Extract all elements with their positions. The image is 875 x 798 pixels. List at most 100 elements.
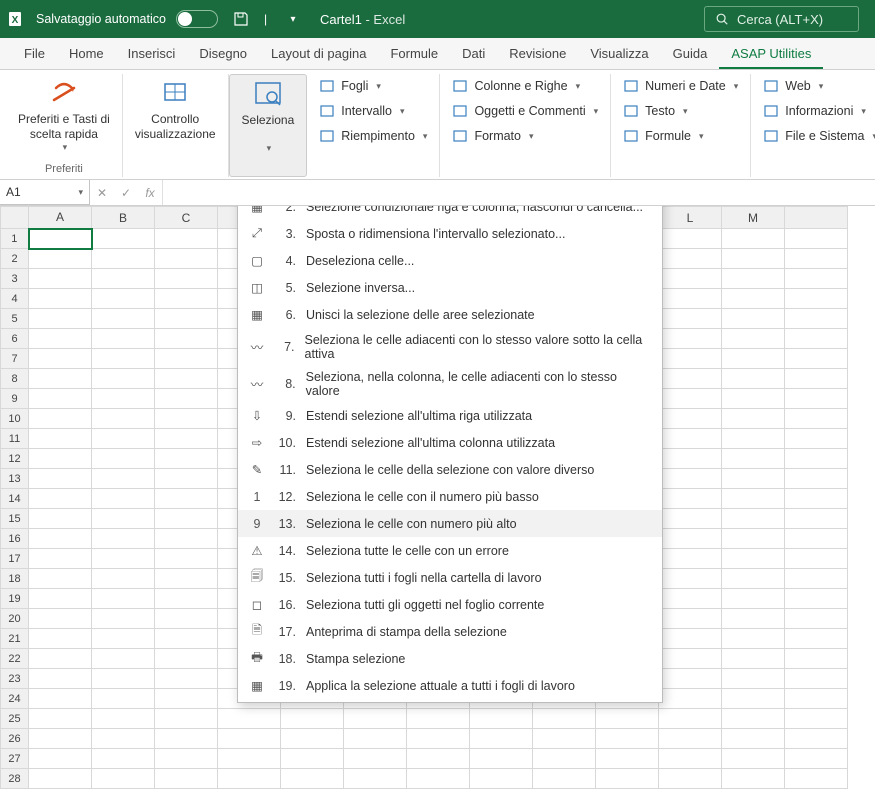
col-header[interactable]	[785, 207, 848, 229]
cell[interactable]	[155, 389, 218, 409]
cell[interactable]	[659, 609, 722, 629]
tab-file[interactable]: File	[12, 39, 57, 69]
cell[interactable]	[407, 769, 470, 789]
cell[interactable]	[92, 249, 155, 269]
cell[interactable]	[659, 769, 722, 789]
cell[interactable]	[29, 649, 92, 669]
cell[interactable]	[155, 729, 218, 749]
cancel-formula-button[interactable]: ✕	[90, 180, 114, 205]
cell[interactable]	[785, 429, 848, 449]
cell[interactable]	[785, 389, 848, 409]
cell[interactable]	[785, 309, 848, 329]
fx-button[interactable]: fx	[138, 180, 162, 205]
cell[interactable]	[92, 289, 155, 309]
cell[interactable]	[155, 489, 218, 509]
row-header[interactable]: 18	[1, 569, 29, 589]
cell[interactable]	[659, 569, 722, 589]
cell[interactable]	[659, 429, 722, 449]
cell[interactable]	[722, 769, 785, 789]
menu-item-10[interactable]: ⇨10.Estendi selezione all'ultima colonna…	[238, 429, 662, 456]
cell[interactable]	[155, 269, 218, 289]
cell[interactable]	[596, 729, 659, 749]
cell[interactable]	[785, 409, 848, 429]
ribbon-btn-riempimento[interactable]: Riempimento▾	[313, 124, 433, 148]
tab-home[interactable]: Home	[57, 39, 116, 69]
cell[interactable]	[155, 529, 218, 549]
cell[interactable]	[722, 689, 785, 709]
cell[interactable]	[281, 769, 344, 789]
cell[interactable]	[722, 449, 785, 469]
cell[interactable]	[155, 249, 218, 269]
cell[interactable]	[155, 549, 218, 569]
cell[interactable]	[722, 569, 785, 589]
cell[interactable]	[281, 749, 344, 769]
row-header[interactable]: 6	[1, 329, 29, 349]
cell[interactable]	[155, 669, 218, 689]
cell[interactable]	[785, 329, 848, 349]
cell[interactable]	[155, 409, 218, 429]
cell[interactable]	[155, 709, 218, 729]
cell[interactable]	[29, 529, 92, 549]
cell[interactable]	[155, 329, 218, 349]
row-header[interactable]: 23	[1, 669, 29, 689]
cell[interactable]	[722, 429, 785, 449]
ribbon-btn-oggetti-e-commenti[interactable]: Oggetti e Commenti▾	[446, 99, 604, 123]
cell[interactable]	[155, 449, 218, 469]
cell[interactable]	[155, 369, 218, 389]
row-header[interactable]: 28	[1, 769, 29, 789]
cell[interactable]	[785, 369, 848, 389]
cell[interactable]	[155, 349, 218, 369]
accept-formula-button[interactable]: ✓	[114, 180, 138, 205]
cell[interactable]	[785, 609, 848, 629]
cell[interactable]	[785, 729, 848, 749]
cell[interactable]	[785, 509, 848, 529]
cell[interactable]	[92, 449, 155, 469]
cell[interactable]	[659, 409, 722, 429]
menu-item-15[interactable]: 🗐15.Seleziona tutti i fogli nella cartel…	[238, 564, 662, 591]
cell[interactable]	[92, 469, 155, 489]
cell[interactable]	[659, 369, 722, 389]
cell[interactable]	[155, 429, 218, 449]
cell[interactable]	[659, 349, 722, 369]
cell[interactable]	[659, 249, 722, 269]
cell[interactable]	[29, 329, 92, 349]
cell[interactable]	[92, 509, 155, 529]
menu-item-17[interactable]: 🗎17.Anteprima di stampa della selezione	[238, 618, 662, 645]
cell[interactable]	[722, 629, 785, 649]
cell[interactable]	[722, 729, 785, 749]
menu-item-5[interactable]: ◫5.Selezione inversa...	[238, 274, 662, 301]
ribbon-btn-formato[interactable]: Formato▾	[446, 124, 604, 148]
cell[interactable]	[29, 309, 92, 329]
cell[interactable]	[659, 309, 722, 329]
row-header[interactable]: 19	[1, 589, 29, 609]
preferiti-button[interactable]: Preferiti e Tasti di scelta rapida▾	[12, 74, 116, 157]
cell[interactable]	[659, 749, 722, 769]
cell[interactable]	[659, 449, 722, 469]
cell[interactable]	[29, 589, 92, 609]
row-header[interactable]: 27	[1, 749, 29, 769]
cell[interactable]	[92, 549, 155, 569]
row-header[interactable]: 24	[1, 689, 29, 709]
cell[interactable]	[281, 729, 344, 749]
cell[interactable]	[596, 749, 659, 769]
cell[interactable]	[659, 729, 722, 749]
cell[interactable]	[155, 469, 218, 489]
row-header[interactable]: 9	[1, 389, 29, 409]
row-header[interactable]: 7	[1, 349, 29, 369]
cell[interactable]	[722, 369, 785, 389]
row-header[interactable]: 17	[1, 549, 29, 569]
cell[interactable]	[29, 249, 92, 269]
cell[interactable]	[92, 409, 155, 429]
menu-item-18[interactable]: 🖶18.Stampa selezione	[238, 645, 662, 672]
cell[interactable]	[155, 569, 218, 589]
cell[interactable]	[659, 509, 722, 529]
cell[interactable]	[785, 269, 848, 289]
menu-item-8[interactable]: 〰8.Seleziona, nella colonna, le celle ad…	[238, 365, 662, 402]
controllo-vis-button[interactable]: Controllo visualizzazione	[129, 74, 222, 146]
cell[interactable]	[29, 409, 92, 429]
cell[interactable]	[29, 769, 92, 789]
cell[interactable]	[659, 229, 722, 249]
cell[interactable]	[659, 529, 722, 549]
cell[interactable]	[785, 669, 848, 689]
menu-item-12[interactable]: 112.Seleziona le celle con il numero più…	[238, 483, 662, 510]
